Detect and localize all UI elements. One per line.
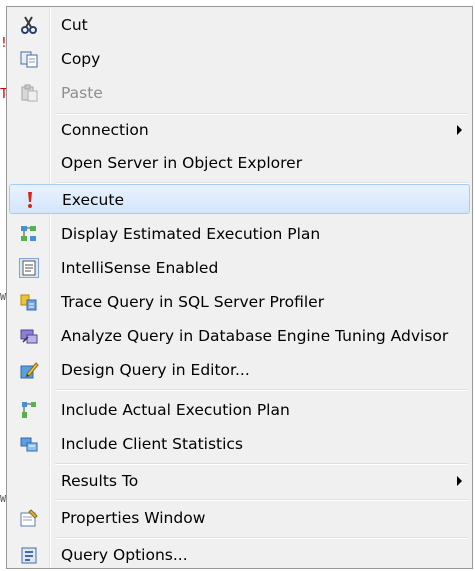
menu-separator — [55, 389, 468, 390]
menu-separator — [55, 499, 468, 500]
client-statistics-icon — [20, 437, 38, 452]
menu-item-properties-window[interactable]: Properties Window — [9, 503, 470, 533]
menu-separator — [55, 463, 468, 464]
execution-plan-icon — [21, 226, 36, 241]
exclamation-icon — [28, 192, 32, 208]
menu-item-display-estimated-plan[interactable]: Display Estimated Execution Plan — [9, 219, 470, 249]
copy-icon — [20, 51, 38, 68]
menu-item-label: Include Client Statistics — [61, 435, 244, 453]
menu-item-copy[interactable]: Copy — [9, 44, 470, 74]
menu-item-label: Paste — [61, 84, 103, 102]
menu-item-label: Open Server in Object Explorer — [61, 154, 303, 172]
submenu-arrow-icon — [457, 125, 462, 135]
context-menu: Cut Copy Paste Connection Open Server in… — [6, 6, 473, 569]
menu-item-design-query[interactable]: Design Query in Editor... — [9, 355, 470, 385]
intellisense-checked-icon — [19, 258, 39, 278]
submenu-arrow-icon — [457, 476, 462, 486]
tuning-advisor-icon — [20, 329, 38, 344]
menu-item-label: Query Options... — [61, 546, 188, 564]
menu-item-connection[interactable]: Connection — [9, 115, 470, 145]
menu-item-include-client-stats[interactable]: Include Client Statistics — [9, 429, 470, 459]
menu-item-label: Results To — [61, 472, 139, 490]
query-options-icon — [21, 547, 37, 564]
menu-item-label: Display Estimated Execution Plan — [61, 225, 321, 243]
properties-icon — [20, 509, 38, 527]
menu-item-analyze-query[interactable]: Analyze Query in Database Engine Tuning … — [9, 321, 470, 351]
menu-item-results-to[interactable]: Results To — [9, 466, 470, 496]
menu-separator — [55, 113, 468, 114]
design-pencil-icon — [20, 362, 39, 379]
menu-separator — [55, 182, 468, 183]
menu-item-paste[interactable]: Paste — [9, 78, 470, 108]
menu-item-execute[interactable]: Execute — [9, 184, 470, 214]
profiler-icon — [20, 294, 37, 311]
menu-item-label: IntelliSense Enabled — [61, 259, 219, 277]
menu-item-open-server[interactable]: Open Server in Object Explorer — [9, 148, 470, 178]
menu-item-query-options[interactable]: Query Options... — [9, 540, 470, 570]
menu-separator — [55, 537, 468, 538]
actual-plan-icon — [22, 402, 36, 418]
menu-item-trace-query[interactable]: Trace Query in SQL Server Profiler — [9, 287, 470, 317]
menu-item-include-actual-plan[interactable]: Include Actual Execution Plan — [9, 395, 470, 425]
menu-item-cut[interactable]: Cut — [9, 10, 470, 40]
menu-item-label: Properties Window — [61, 509, 206, 527]
menu-item-label: Cut — [61, 16, 88, 34]
menu-item-intellisense[interactable]: IntelliSense Enabled — [9, 253, 470, 283]
menu-item-label: Copy — [61, 50, 101, 68]
menu-item-label: Analyze Query in Database Engine Tuning … — [61, 327, 449, 345]
menu-item-label: Execute — [62, 191, 124, 209]
menu-item-label: Trace Query in SQL Server Profiler — [61, 293, 325, 311]
menu-item-label: Connection — [61, 121, 149, 139]
scissors-icon — [21, 16, 37, 34]
menu-item-label: Include Actual Execution Plan — [61, 401, 290, 419]
menu-item-label: Design Query in Editor... — [61, 361, 250, 379]
paste-icon — [21, 84, 38, 102]
